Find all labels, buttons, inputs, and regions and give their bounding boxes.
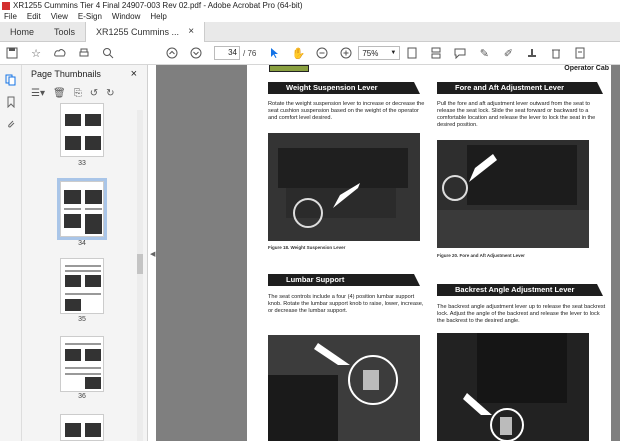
section-body-weight-suspension: Rotate the weight suspension lever to in… [268,101,425,121]
panel-tools: ☰▾ 🗑 ⎘ ↺ ↻ [22,83,147,103]
print-icon[interactable] [76,45,92,61]
bookmark-star-icon[interactable]: ☆ [28,45,44,61]
zoom-select[interactable]: 75% ▼ [358,46,401,60]
panel-header: Page Thumbnails × [22,65,147,83]
rotate-left-icon[interactable]: ↺ [90,88,98,99]
pdf-page: Operator Cab Weight Suspension Lever Rot… [247,65,611,441]
thumbnail-label-33: 33 [78,160,86,167]
tab-home[interactable]: Home [0,22,44,42]
page-header-right: Operator Cab [564,65,609,72]
brand-logo [269,65,309,72]
thumbnail-label-36: 36 [78,393,86,400]
fit-page-icon[interactable] [404,45,420,61]
tab-document[interactable]: XR1255 Cummins ... × [85,22,206,42]
thumbnail-page-37[interactable] [60,414,104,441]
next-page-icon[interactable] [188,45,204,61]
thumbnail-page-33[interactable] [60,103,104,157]
figure-fore-aft [437,140,589,248]
draw-icon[interactable]: ✐ [500,45,516,61]
previous-page-icon[interactable] [164,45,180,61]
section-title-backrest: Backrest Angle Adjustment Lever [437,284,603,296]
thumbnail-page-35[interactable] [60,258,104,314]
stamp-icon[interactable] [524,45,540,61]
toolbar: ☆ 34 / 76 ✋ 75% ▼ ✎ ✐ [0,42,620,65]
rotate-right-icon[interactable]: ↻ [106,88,114,99]
menu-edit[interactable]: Edit [27,12,41,21]
scrollbar-thumb[interactable] [137,254,143,274]
close-panel-icon[interactable]: × [131,68,137,80]
figure-lumbar [268,335,420,441]
panel-title: Page Thumbnails [31,69,101,79]
thumbnails-scrollbar[interactable] [137,110,143,441]
save-icon[interactable] [4,45,20,61]
section-body-fore-aft: Pull the fore and aft adjustment lever o… [437,101,596,128]
zoom-value: 75% [362,48,379,58]
document-view[interactable]: Operator Cab Weight Suspension Lever Rot… [156,65,620,441]
thumbnail-page-34[interactable] [57,178,107,240]
more-tools-icon[interactable] [572,45,588,61]
zoom-out-icon[interactable] [314,45,330,61]
figure-caption-20: Figure 20. Fore and Aft Adjustment Lever [437,253,525,258]
highlight-pen-icon[interactable]: ✎ [476,45,492,61]
page-number-input[interactable]: 34 [214,46,240,60]
figure-weight-suspension [268,133,420,241]
acrobat-icon [2,1,10,10]
menu-view[interactable]: View [51,12,68,21]
menu-bar: File Edit View E-Sign Window Help [0,11,620,22]
select-cursor-icon[interactable] [266,45,282,61]
trash-icon[interactable]: 🗑 [53,88,66,99]
menu-esign[interactable]: E-Sign [78,12,102,21]
attachments-icon[interactable] [4,117,18,131]
tab-bar: Home Tools XR1255 Cummins ... × [0,22,620,42]
window-title: XR1255 Cummins Tier 4 Final 24907-003 Re… [13,1,303,10]
close-tab-icon[interactable]: × [188,22,194,42]
search-icon[interactable] [100,45,116,61]
section-title-fore-aft: Fore and Aft Adjustment Lever [437,82,603,94]
section-title-lumbar: Lumbar Support [268,274,420,286]
thumbnail-label-35: 35 [78,316,86,323]
section-body-lumbar: The seat controls include a four (4) pos… [268,294,424,314]
menu-file[interactable]: File [4,12,17,21]
left-rail [0,65,22,441]
zoom-in-icon[interactable] [338,45,354,61]
section-title-weight-suspension: Weight Suspension Lever [268,82,420,94]
upload-cloud-icon[interactable] [52,45,68,61]
page-thumbnails-icon[interactable] [4,73,18,87]
thumbnail-label-34: 34 [78,240,86,247]
figure-backrest [437,333,589,441]
thumbnail-page-36[interactable] [60,336,104,392]
insert-page-icon[interactable]: ⎘ [74,88,82,99]
section-body-backrest: The backrest angle adjustment lever up t… [437,304,606,324]
delete-icon[interactable] [548,45,564,61]
tab-tools[interactable]: Tools [44,22,85,42]
collapse-panel-icon[interactable]: ◀ [150,250,155,258]
menu-window[interactable]: Window [112,12,140,21]
tab-document-label: XR1255 Cummins ... [96,27,180,37]
scroll-mode-icon[interactable] [428,45,444,61]
page-total: / 76 [243,48,257,58]
hand-tool-icon[interactable]: ✋ [290,45,306,61]
options-menu-icon[interactable]: ☰▾ [31,88,45,99]
figure-caption-18: Figure 18. Weight Suspension Lever [268,245,346,250]
comment-icon[interactable] [452,45,468,61]
bookmarks-icon[interactable] [4,95,18,109]
title-bar: XR1255 Cummins Tier 4 Final 24907-003 Re… [0,0,620,11]
menu-help[interactable]: Help [150,12,166,21]
chevron-down-icon: ▼ [390,50,397,56]
